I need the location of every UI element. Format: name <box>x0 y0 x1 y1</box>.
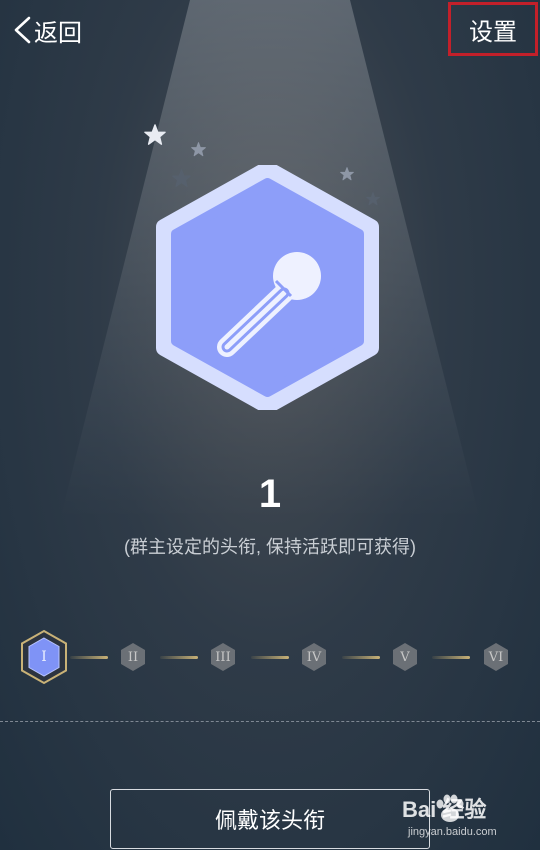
back-label: 返回 <box>34 19 82 47</box>
level-numeral: IV <box>306 649 322 665</box>
paw-icon <box>436 794 464 822</box>
title-badge <box>156 165 379 410</box>
settings-button[interactable]: 设置 <box>448 2 538 56</box>
top-bar: 返回 设置 <box>0 0 540 60</box>
star-icon <box>144 124 166 145</box>
title-level-number: 1 <box>258 472 282 516</box>
level-connector <box>160 656 198 659</box>
level-numeral: II <box>127 649 139 665</box>
level-connector <box>251 656 289 659</box>
level-numeral: III <box>215 649 231 665</box>
level-progress: I II III IV V VI <box>0 625 540 689</box>
wear-title-button[interactable]: 佩戴该头衔 <box>110 789 430 849</box>
level-connector <box>70 656 108 659</box>
back-button[interactable]: 返回 <box>12 12 82 48</box>
level-badge-1[interactable]: I <box>19 629 69 685</box>
star-icon <box>191 142 206 157</box>
level-numeral: V <box>400 649 410 665</box>
level-badge-2[interactable]: II <box>120 642 146 672</box>
level-connector <box>342 656 380 659</box>
level-numeral: I <box>41 649 47 665</box>
level-badge-6[interactable]: VI <box>483 642 509 672</box>
level-numeral: VI <box>488 649 504 665</box>
section-divider <box>0 721 540 722</box>
title-level-description: (群主设定的头衔, 保持活跃即可获得) <box>124 537 416 557</box>
level-badge-3[interactable]: III <box>210 642 236 672</box>
chevron-left-icon <box>14 16 31 44</box>
level-connector <box>432 656 470 659</box>
level-badge-5[interactable]: V <box>392 642 418 672</box>
level-badge-4[interactable]: IV <box>301 642 327 672</box>
